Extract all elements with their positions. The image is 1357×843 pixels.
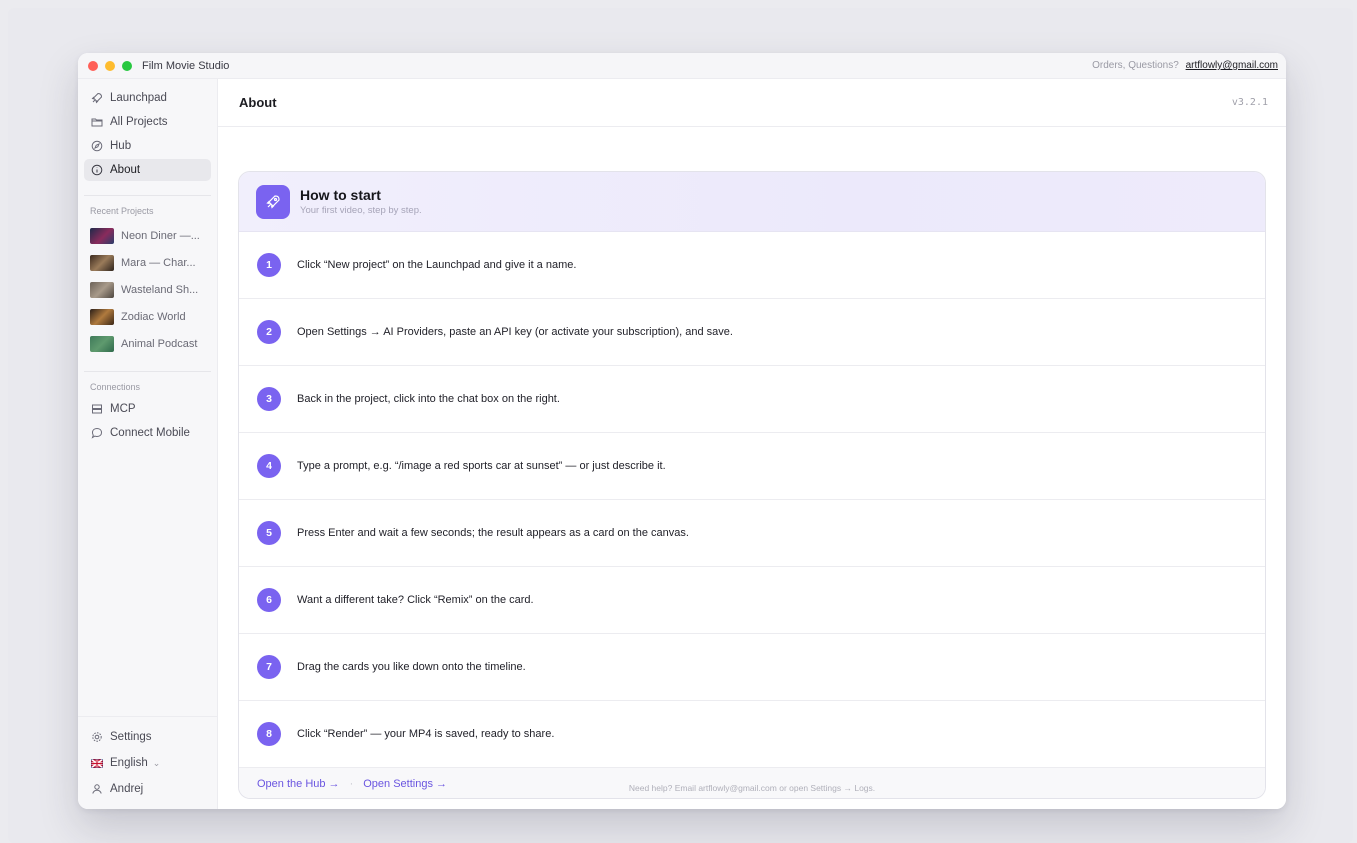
connections-heading: Connections bbox=[90, 382, 141, 392]
card-heading-group: How to start Your first video, step by s… bbox=[300, 187, 422, 216]
sidebar-item-label: All Projects bbox=[110, 116, 168, 128]
close-window-button[interactable] bbox=[88, 60, 98, 71]
page-title: About bbox=[239, 95, 277, 110]
project-name: Wasteland Sh... bbox=[121, 283, 199, 296]
contact-email-link[interactable]: artflowly@gmail.com bbox=[1186, 60, 1278, 71]
title-bar: Film Movie Studio Orders, Questions? art… bbox=[78, 53, 1286, 79]
sidebar: Launchpad All Projects Hub About Recent … bbox=[78, 79, 218, 809]
language-label: English bbox=[110, 757, 148, 769]
language-selector[interactable]: English ⌄ bbox=[84, 751, 211, 775]
step-number: 5 bbox=[257, 521, 281, 545]
divider bbox=[84, 371, 211, 372]
sidebar-item-all-projects[interactable]: All Projects bbox=[84, 111, 211, 133]
step-text: Open Settings → AI Providers, paste an A… bbox=[297, 326, 733, 338]
sidebar-item-about[interactable]: About bbox=[84, 159, 211, 181]
sidebar-item-mcp[interactable]: MCP bbox=[84, 398, 211, 420]
project-thumbnail bbox=[90, 335, 114, 352]
flag-icon bbox=[90, 756, 104, 770]
step-text: Press Enter and wait a few seconds; the … bbox=[297, 527, 689, 539]
sidebar-item-label: Connect Mobile bbox=[110, 427, 190, 439]
contact-info: Orders, Questions? artflowly@gmail.com bbox=[1092, 60, 1278, 71]
sidebar-item-label: MCP bbox=[110, 403, 136, 415]
step-row: 5 Press Enter and wait a few seconds; th… bbox=[239, 500, 1265, 567]
step-row: 6 Want a different take? Click “Remix” o… bbox=[239, 567, 1265, 634]
info-icon bbox=[90, 163, 104, 177]
project-thumbnail bbox=[90, 308, 114, 325]
contact-prefix: Orders, Questions? bbox=[1092, 60, 1179, 71]
rocket-icon bbox=[256, 184, 290, 219]
project-name: Zodiac World bbox=[121, 310, 186, 323]
step-number: 4 bbox=[257, 454, 281, 478]
sidebar-item-label: Launchpad bbox=[110, 92, 167, 104]
step-number: 3 bbox=[257, 387, 281, 411]
step-text: Drag the cards you like down onto the ti… bbox=[297, 661, 526, 673]
main-content: About v3.2.1 How to start Your first vid… bbox=[218, 79, 1286, 809]
step-number: 6 bbox=[257, 588, 281, 612]
sidebar-item-label: Hub bbox=[110, 140, 132, 152]
user-icon bbox=[90, 782, 104, 796]
how-to-start-card: How to start Your first video, step by s… bbox=[238, 171, 1266, 799]
sidebar-item-label: About bbox=[110, 164, 141, 176]
sidebar-item-hub[interactable]: Hub bbox=[84, 135, 211, 157]
recent-project-item[interactable]: Wasteland Sh... bbox=[90, 276, 217, 303]
step-row: 3 Back in the project, click into the ch… bbox=[239, 366, 1265, 433]
sidebar-item-connect-mobile[interactable]: Connect Mobile bbox=[84, 422, 211, 444]
sidebar-item-settings[interactable]: Settings bbox=[84, 725, 211, 749]
sidebar-item-label: Settings bbox=[110, 731, 152, 743]
project-thumbnail bbox=[90, 227, 114, 244]
step-row: 2 Open Settings → AI Providers, paste an… bbox=[239, 299, 1265, 366]
step-number: 8 bbox=[257, 722, 281, 746]
step-row: 1 Click “New project” on the Launchpad a… bbox=[239, 232, 1265, 299]
card-subtitle: Your first video, step by step. bbox=[300, 205, 422, 216]
step-number: 1 bbox=[257, 253, 281, 277]
rocket-icon bbox=[90, 91, 104, 105]
primary-nav: Launchpad All Projects Hub About bbox=[78, 79, 217, 181]
project-name: Animal Podcast bbox=[121, 337, 198, 350]
step-text: Type a prompt, e.g. “/image a red sports… bbox=[297, 460, 666, 472]
chevron-down-icon: ⌄ bbox=[152, 757, 161, 768]
project-name: Neon Diner —... bbox=[121, 229, 200, 242]
help-footer-text: Need help? Email artflowly@gmail.com or … bbox=[628, 783, 876, 793]
zoom-window-button[interactable] bbox=[122, 60, 132, 71]
project-name: Mara — Char... bbox=[121, 256, 196, 269]
card-title: How to start bbox=[300, 187, 381, 203]
window-controls bbox=[88, 60, 132, 71]
step-text: Click “New project” on the Launchpad and… bbox=[297, 259, 577, 271]
sidebar-item-account[interactable]: Andrej bbox=[84, 777, 211, 801]
sidebar-footer: Settings English ⌄ Andrej bbox=[78, 716, 217, 809]
compass-icon bbox=[90, 139, 104, 153]
server-icon bbox=[90, 402, 104, 416]
recent-project-item[interactable]: Zodiac World bbox=[90, 303, 217, 330]
step-text: Want a different take? Click “Remix” on … bbox=[297, 594, 534, 606]
app-window: Film Movie Studio Orders, Questions? art… bbox=[78, 53, 1286, 809]
step-number: 7 bbox=[257, 655, 281, 679]
version-label: v3.2.1 bbox=[1231, 97, 1268, 108]
step-row: 8 Click “Render” — your MP4 is saved, re… bbox=[239, 701, 1265, 768]
main-header: About v3.2.1 bbox=[218, 79, 1286, 127]
recent-projects-list: Neon Diner —... Mara — Char... Wasteland… bbox=[78, 222, 217, 357]
folder-icon bbox=[90, 115, 104, 129]
minimize-window-button[interactable] bbox=[105, 60, 115, 71]
card-header: How to start Your first video, step by s… bbox=[239, 172, 1265, 232]
divider bbox=[84, 195, 211, 196]
project-thumbnail bbox=[90, 254, 114, 271]
step-row: 4 Type a prompt, e.g. “/image a red spor… bbox=[239, 433, 1265, 500]
gear-icon bbox=[90, 730, 104, 744]
recent-project-item[interactable]: Neon Diner —... bbox=[90, 222, 217, 249]
app-title: Film Movie Studio bbox=[142, 59, 230, 72]
step-number: 2 bbox=[257, 320, 281, 344]
step-text: Back in the project, click into the chat… bbox=[297, 393, 560, 405]
step-text: Click “Render” — your MP4 is saved, read… bbox=[297, 728, 555, 740]
project-thumbnail bbox=[90, 281, 114, 298]
sidebar-item-launchpad[interactable]: Launchpad bbox=[84, 87, 211, 109]
recent-projects-heading: Recent Projects bbox=[90, 206, 154, 216]
recent-project-item[interactable]: Animal Podcast bbox=[90, 330, 217, 357]
chat-bubble-icon bbox=[90, 426, 104, 440]
user-name: Andrej bbox=[110, 783, 144, 795]
step-row: 7 Drag the cards you like down onto the … bbox=[239, 634, 1265, 701]
recent-project-item[interactable]: Mara — Char... bbox=[90, 249, 217, 276]
